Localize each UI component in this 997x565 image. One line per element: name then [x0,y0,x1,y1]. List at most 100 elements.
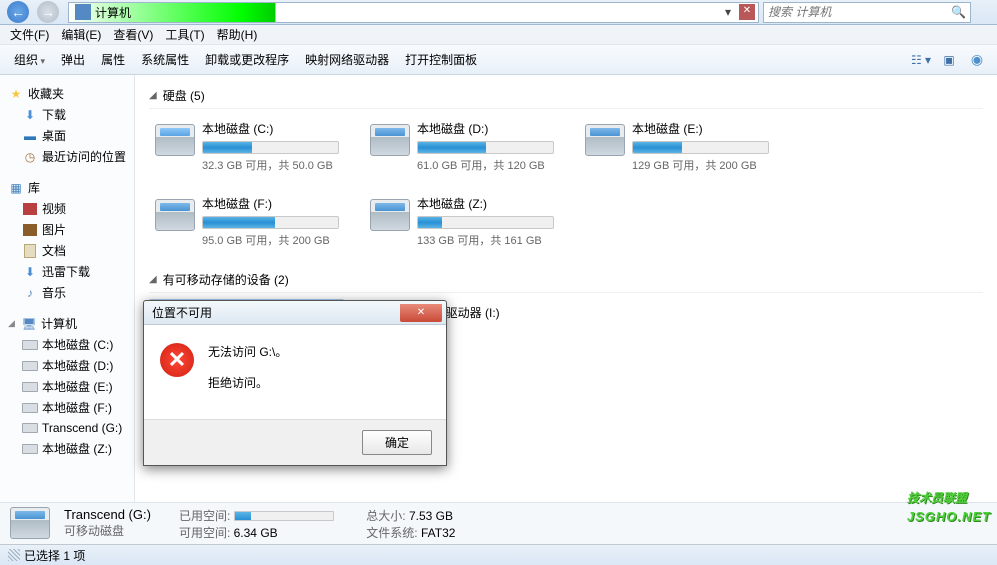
drive-icon [22,379,38,395]
computer-icon [75,4,91,20]
drive-name: 本地磁盘 (D:) [417,120,554,137]
error-dialog: 位置不可用 ✕ ✕ 无法访问 G:\。 拒绝访问。 确定 [143,300,447,466]
address-close-icon[interactable]: ✕ [739,4,755,20]
details-name: Transcend (G:) [64,507,151,522]
sidebar-item-drive-e[interactable]: 本地磁盘 (E:) [0,376,134,397]
sidebar-group-label: 收藏夹 [28,85,64,102]
tool-eject[interactable]: 弹出 [53,48,93,71]
status-text: 已选择 1 项 [24,547,85,564]
toolbar: 组织 弹出 属性 系统属性 卸载或更改程序 映射网络驱动器 打开控制面板 ☷ ▾… [0,45,997,75]
details-free: 6.34 GB [234,526,278,540]
menu-edit[interactable]: 编辑(E) [55,24,107,45]
collapse-arrow-icon[interactable]: ◢ [149,274,157,285]
drive-name: 本地磁盘 (Z:) [417,195,554,212]
library-icon: ▦ [8,180,24,196]
download-icon: ⬇ [22,264,38,280]
address-bar[interactable]: 计算机 ▾ ✕ [68,2,759,23]
sidebar-group-label: 计算机 [41,315,77,332]
drive-item[interactable]: 本地磁盘 (C:) 32.3 GB 可用，共 50.0 GB [149,115,344,178]
tool-uninstall[interactable]: 卸载或更改程序 [197,48,297,71]
usage-bar [202,141,339,154]
dialog-message-2: 拒绝访问。 [208,374,430,391]
hdd-icon [369,120,411,160]
usage-bar [417,216,554,229]
star-icon: ★ [8,86,24,102]
sidebar-item-recent[interactable]: ◷最近访问的位置 [0,146,134,167]
sidebar-item-drive-g[interactable]: Transcend (G:) [0,418,134,438]
section-header-hdd[interactable]: ◢ 硬盘 (5) [149,83,983,109]
hdd-icon [369,195,411,235]
dialog-title: 位置不可用 [152,304,212,321]
document-icon [22,243,38,259]
drive-item[interactable]: 本地磁盘 (Z:) 133 GB 可用，共 161 GB [364,190,559,253]
drive-item[interactable]: 本地磁盘 (D:) 61.0 GB 可用，共 120 GB [364,115,559,178]
sidebar-group-libraries[interactable]: ▦ 库 [0,177,134,198]
menu-help[interactable]: 帮助(H) [211,24,264,45]
sidebar-item-videos[interactable]: 视频 [0,198,134,219]
search-icon: 🔍 [951,5,966,19]
sidebar-group-favorites[interactable]: ★ 收藏夹 [0,83,134,104]
dialog-title-bar[interactable]: 位置不可用 ✕ [144,301,446,325]
error-icon: ✕ [160,343,194,377]
drive-icon [22,420,38,436]
dialog-message-1: 无法访问 G:\。 [208,343,430,360]
hdd-icon [584,120,626,160]
view-options-icon[interactable]: ☷ ▾ [909,49,933,71]
details-pane: Transcend (G:) 可移动磁盘 已用空间: 可用空间: 6.34 GB… [0,502,997,544]
menubar: 文件(F) 编辑(E) 查看(V) 工具(T) 帮助(H) [0,25,997,45]
tool-properties[interactable]: 属性 [93,48,133,71]
nav-forward-button[interactable]: → [34,1,62,23]
dialog-close-button[interactable]: ✕ [400,304,442,322]
drive-icon [22,400,38,416]
collapse-arrow-icon[interactable]: ◢ [149,90,157,101]
menu-tools[interactable]: 工具(T) [159,24,210,45]
drive-name: 本地磁盘 (C:) [202,120,339,137]
sidebar-item-music[interactable]: ♪音乐 [0,282,134,303]
sidebar-item-drive-d[interactable]: 本地磁盘 (D:) [0,355,134,376]
sidebar-item-downloads[interactable]: ⬇下载 [0,104,134,125]
titlebar: ← → 计算机 ▾ ✕ 🔍 [0,0,997,25]
sidebar-item-desktop[interactable]: ▬桌面 [0,125,134,146]
hdd-icon [154,195,196,235]
computer-icon: 🖥 [21,316,37,332]
sidebar-group-computer[interactable]: ◢ 🖥 计算机 [0,313,134,334]
menu-file[interactable]: 文件(F) [4,24,55,45]
sidebar-item-drive-c[interactable]: 本地磁盘 (C:) [0,334,134,355]
preview-pane-icon[interactable]: ▣ [937,49,961,71]
drive-name: 本地磁盘 (F:) [202,195,339,212]
drive-stats: 133 GB 可用，共 161 GB [417,232,554,248]
search-input[interactable] [768,5,951,19]
help-icon[interactable]: ◉ [965,49,989,71]
search-box[interactable]: 🔍 [763,2,971,23]
drive-stats: 95.0 GB 可用，共 200 GB [202,232,339,248]
sidebar-item-xunlei[interactable]: ⬇迅雷下载 [0,261,134,282]
status-bar: 已选择 1 项 [0,544,997,565]
section-header-removable[interactable]: ◢ 有可移动存储的设备 (2) [149,267,983,293]
sidebar-item-drive-z[interactable]: 本地磁盘 (Z:) [0,438,134,459]
drive-icon [22,337,38,353]
drive-stats: 32.3 GB 可用，共 50.0 GB [202,157,339,173]
usage-bar [632,141,769,154]
menu-view[interactable]: 查看(V) [107,24,159,45]
sidebar-item-documents[interactable]: 文档 [0,240,134,261]
drive-item[interactable]: 本地磁盘 (F:) 95.0 GB 可用，共 200 GB [149,190,344,253]
drive-item[interactable]: 本地磁盘 (E:) 129 GB 可用，共 200 GB [579,115,774,178]
usage-bar [417,141,554,154]
nav-back-button[interactable]: ← [4,1,32,23]
dialog-ok-button[interactable]: 确定 [362,430,432,455]
usage-bar [202,216,339,229]
details-type: 可移动磁盘 [64,522,151,539]
address-dropdown-icon[interactable]: ▾ [720,5,736,19]
tool-controlpanel[interactable]: 打开控制面板 [397,48,485,71]
tool-sysprops[interactable]: 系统属性 [133,48,197,71]
tool-organize[interactable]: 组织 [6,48,53,71]
recent-icon: ◷ [22,149,38,165]
expand-arrow-icon[interactable]: ◢ [8,318,18,329]
hdd-icon [154,120,196,160]
details-total: 7.53 GB [409,509,453,523]
sidebar-item-pictures[interactable]: 图片 [0,219,134,240]
tool-mapdrive[interactable]: 映射网络驱动器 [297,48,397,71]
sidebar-item-drive-f[interactable]: 本地磁盘 (F:) [0,397,134,418]
sidebar: ★ 收藏夹 ⬇下载 ▬桌面 ◷最近访问的位置 ▦ 库 视频 图片 文档 ⬇迅雷下… [0,75,135,502]
drive-stats: 129 GB 可用，共 200 GB [632,157,769,173]
